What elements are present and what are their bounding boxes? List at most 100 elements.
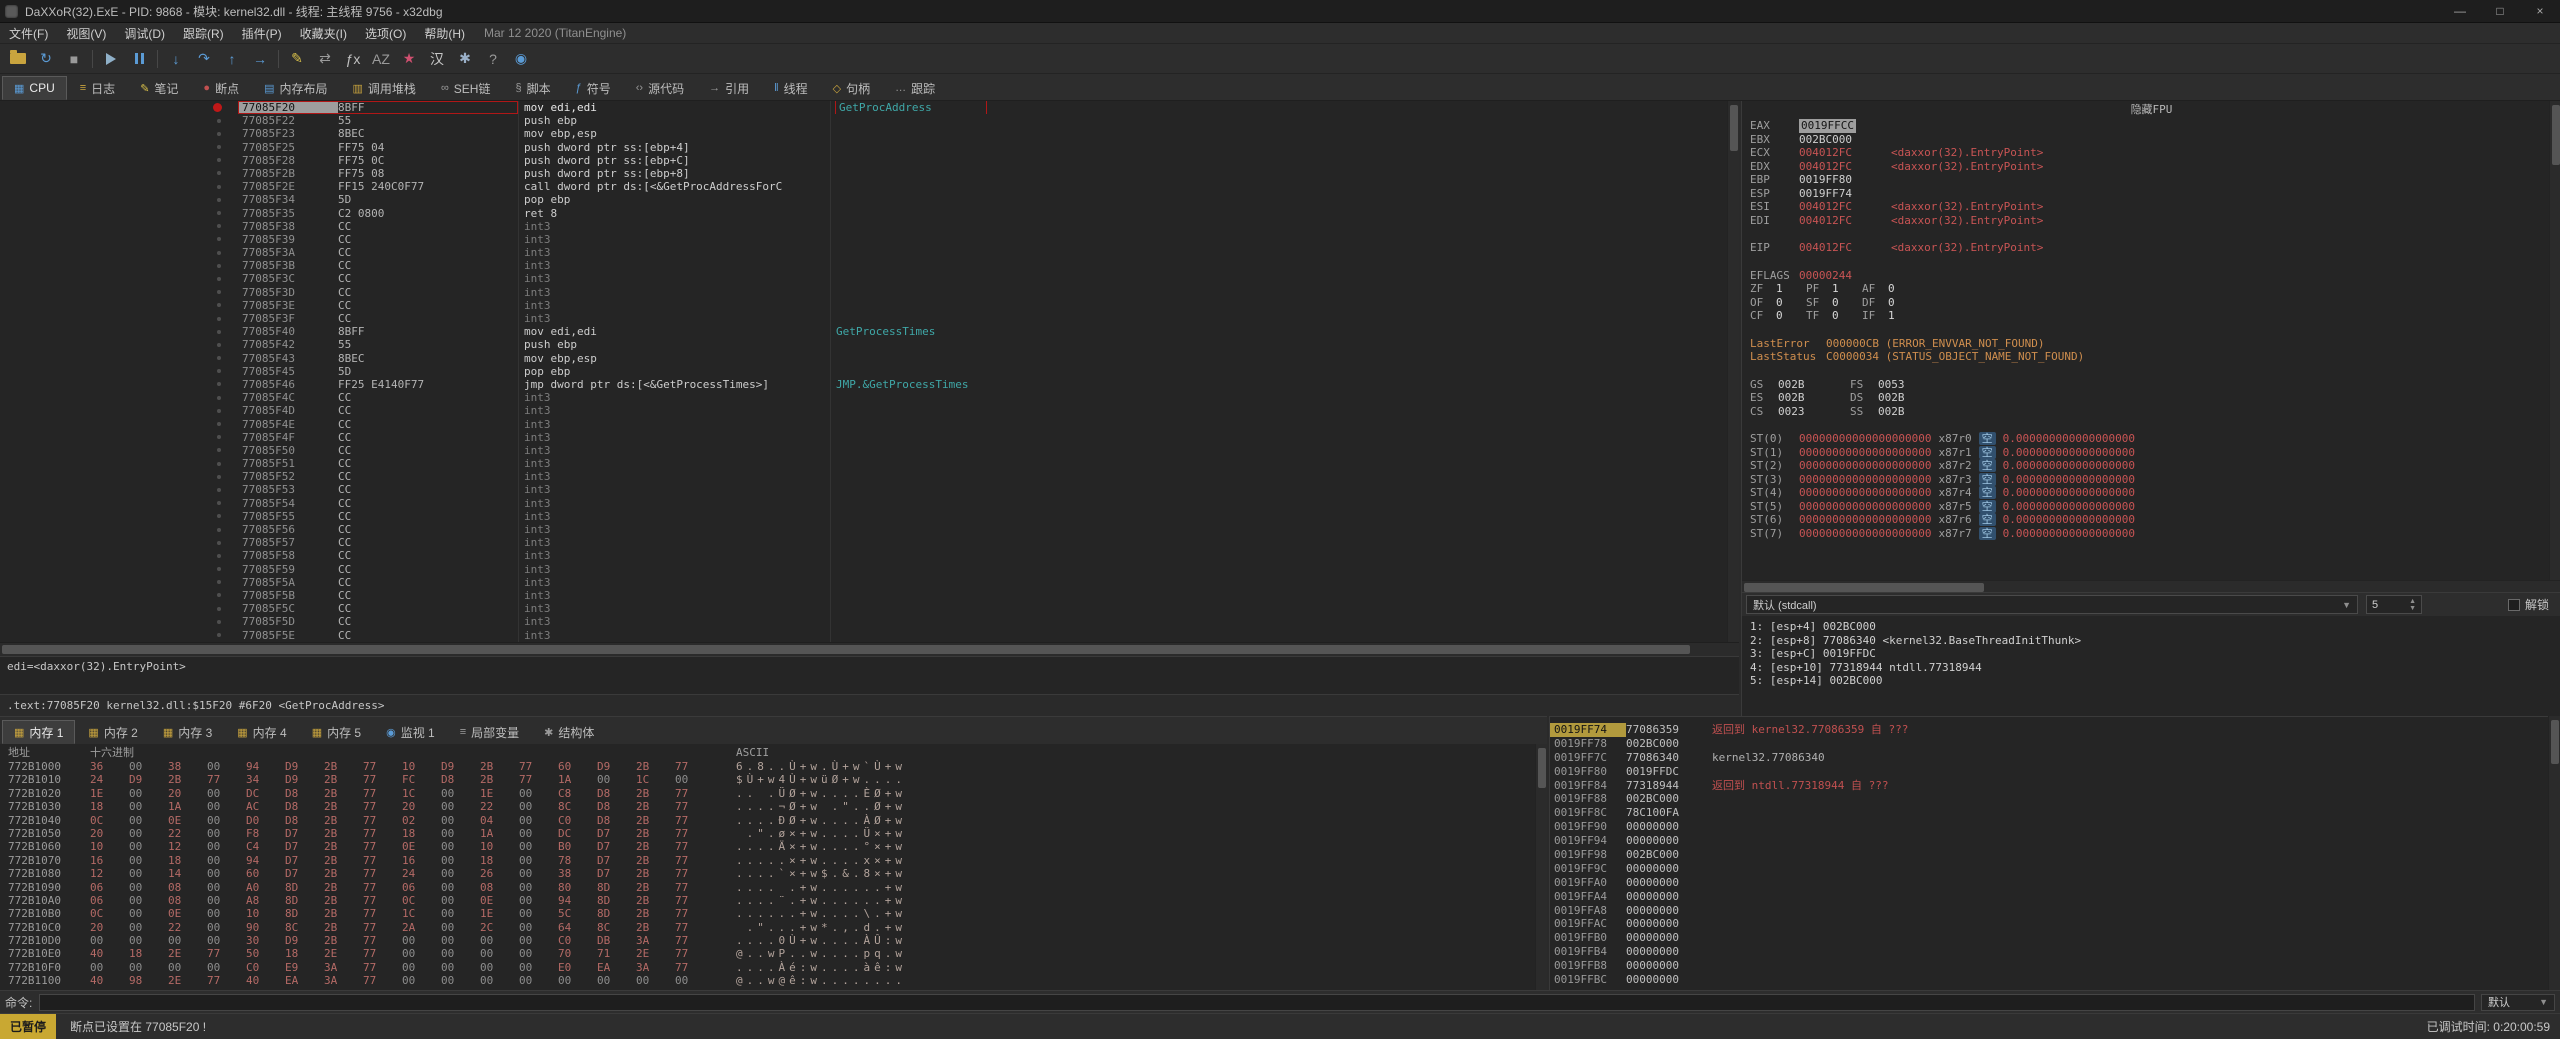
disasm-row[interactable]: 77085F28FF75 0Cpush dword ptr ss:[ebp+C] [0, 154, 1727, 167]
row-marker-icon[interactable] [217, 409, 221, 413]
stack-row[interactable]: 0019FF7C77086340kernel32.77086340 [1550, 751, 2548, 765]
scrollbar-thumb[interactable] [1730, 105, 1738, 151]
dump-row[interactable]: 772B10B00C000E00108D2B771C001E005C8D2B77… [0, 907, 1535, 920]
row-marker-icon[interactable] [217, 475, 221, 479]
tab-dump2[interactable]: ▦内存 2 [76, 720, 149, 744]
row-marker-icon[interactable] [217, 224, 221, 228]
stack-row[interactable]: 0019FFB000000000 [1550, 931, 2548, 945]
registers-horizontal-scrollbar[interactable] [1742, 580, 2560, 592]
disasm-row[interactable]: 77085F57CCint3 [0, 536, 1727, 549]
row-marker-icon[interactable] [217, 158, 221, 162]
tab-struct[interactable]: ✱结构体 [532, 720, 606, 744]
stop-icon[interactable]: ■ [60, 47, 88, 71]
disasm-row[interactable]: 77085F4ECCint3 [0, 418, 1727, 431]
menu-item[interactable]: 跟踪(R) [174, 23, 233, 43]
tab-handles[interactable]: ◇句柄 [821, 76, 882, 100]
tab-log[interactable]: ≡日志 [68, 76, 127, 100]
dump-row[interactable]: 772B10C020002200908C2B772A002C00648C2B77… [0, 921, 1535, 934]
run-icon[interactable] [97, 47, 125, 71]
dump-row[interactable]: 772B10801200140060D72B772400260038D72B77… [0, 867, 1535, 880]
row-marker-icon[interactable] [217, 251, 221, 255]
disasm-row[interactable]: 77085F58CCint3 [0, 549, 1727, 562]
scrollbar-thumb[interactable] [2552, 105, 2560, 165]
fpu-register-row[interactable]: ST(5)00000000000000000000x87r5空0.0000000… [1742, 500, 2560, 514]
stack-row[interactable]: 0019FF88002BC000 [1550, 792, 2548, 806]
disasm-row[interactable]: 77085F2BFF75 08push dword ptr ss:[ebp+8] [0, 167, 1727, 180]
row-marker-icon[interactable] [217, 198, 221, 202]
tab-trace[interactable]: …跟踪 [883, 76, 947, 100]
dump-row[interactable]: 772B109006000800A08D2B7706000800808D2B77… [0, 881, 1535, 894]
dump-row[interactable]: 772B10D00000000030D92B7700000000C0DB3A77… [0, 934, 1535, 947]
menu-item[interactable]: 收藏夹(I) [291, 23, 356, 43]
row-marker-icon[interactable] [217, 593, 221, 597]
disasm-row[interactable]: 77085F4DCCint3 [0, 404, 1727, 417]
disasm-row[interactable]: 77085F5ACCint3 [0, 576, 1727, 589]
row-marker-icon[interactable] [217, 211, 221, 215]
disasm-row[interactable]: 77085F408BFFmov edi,ediGetProcessTimes [0, 325, 1727, 338]
disasm-row[interactable]: 77085F3BCCint3 [0, 259, 1727, 272]
register-row[interactable]: ESP0019FF74 [1742, 187, 2560, 201]
row-marker-icon[interactable] [217, 462, 221, 466]
scrollbar-thumb[interactable] [2, 645, 1690, 654]
tab-references[interactable]: →引用 [697, 76, 761, 100]
spinner-arrows-icon[interactable]: ▲▼ [2409, 598, 2416, 612]
row-marker-icon[interactable] [217, 264, 221, 268]
disasm-row[interactable]: 77085F455Dpop ebp [0, 365, 1727, 378]
tab-dump3[interactable]: ▦内存 3 [151, 720, 224, 744]
eflags-row[interactable]: EFLAGS00000244 [1742, 269, 2560, 283]
scrollbar-thumb[interactable] [2551, 720, 2559, 764]
row-marker-icon[interactable] [217, 290, 221, 294]
run-to-cursor-icon[interactable]: → [246, 47, 274, 71]
argument-row[interactable]: 3: [esp+C] 0019FFDC [1742, 647, 2560, 661]
row-marker-icon[interactable] [217, 514, 221, 518]
tab-cpu[interactable]: ▦CPU [2, 76, 67, 100]
disasm-row[interactable]: 77085F52CCint3 [0, 470, 1727, 483]
stack-row[interactable]: 0019FF8477318944返回到 ntdll.77318944 自 ??? [1550, 779, 2548, 793]
minimize-button[interactable]: — [2440, 0, 2480, 22]
stack-row[interactable]: 0019FFB800000000 [1550, 959, 2548, 973]
hide-fpu-button[interactable]: 隐藏FPU [1742, 101, 2560, 119]
disasm-row[interactable]: 77085F238BECmov ebp,esp [0, 127, 1727, 140]
stack-row[interactable]: 0019FF9400000000 [1550, 834, 2548, 848]
stack-row[interactable]: 0019FFAC00000000 [1550, 917, 2548, 931]
dump-row[interactable]: 772B101024D92B7734D92B77FCD82B771A001C00… [0, 773, 1535, 786]
pause-icon[interactable] [125, 47, 153, 71]
expression-icon[interactable]: ƒx [339, 47, 367, 71]
fpu-register-row[interactable]: ST(2)00000000000000000000x87r2空0.0000000… [1742, 459, 2560, 473]
disasm-row[interactable]: 77085F55CCint3 [0, 510, 1727, 523]
row-marker-icon[interactable] [217, 488, 221, 492]
close-button[interactable]: × [2520, 0, 2560, 22]
row-marker-icon[interactable] [217, 145, 221, 149]
scrollbar-thumb[interactable] [1538, 748, 1546, 788]
stack-row[interactable]: 0019FFBC00000000 [1550, 973, 2548, 987]
register-row[interactable]: EDX004012FC<daxxor(32).EntryPoint> [1742, 160, 2560, 174]
tab-script[interactable]: §脚本 [503, 76, 562, 100]
fpu-register-row[interactable]: ST(7)00000000000000000000x87r7空0.0000000… [1742, 527, 2560, 541]
tab-threads[interactable]: ‖线程 [762, 76, 820, 100]
scrollbar-thumb[interactable] [1744, 583, 1984, 592]
registers-vertical-scrollbar[interactable] [2549, 101, 2560, 580]
segment-row[interactable]: ES002BDS002B [1742, 391, 2560, 405]
dump-row[interactable]: 772B10701600180094D72B771600180078D72B77… [0, 854, 1535, 867]
dump-row[interactable]: 772B10400C000E00D0D82B7702000400C0D82B77… [0, 814, 1535, 827]
row-marker-icon[interactable] [217, 343, 221, 347]
dump-row[interactable]: 772B10F000000000C0E93A7700000000E0EA3A77… [0, 961, 1535, 974]
restart-icon[interactable]: ↻ [32, 47, 60, 71]
stack-row[interactable]: 0019FF7477086359返回到 kernel32.77086359 自 … [1550, 723, 2548, 737]
disasm-row[interactable]: 77085F38CCint3 [0, 220, 1727, 233]
row-marker-icon[interactable] [217, 501, 221, 505]
tab-notes[interactable]: ✎笔记 [128, 76, 190, 100]
register-row[interactable]: EDI004012FC<daxxor(32).EntryPoint> [1742, 214, 2560, 228]
stack-row[interactable]: 0019FF78002BC000 [1550, 737, 2548, 751]
row-marker-icon[interactable] [217, 396, 221, 400]
register-row[interactable]: EAX0019FFCC [1742, 119, 2560, 133]
row-marker-icon[interactable] [217, 435, 221, 439]
menu-item[interactable]: 选项(O) [356, 23, 415, 43]
dump-row[interactable]: 772B105020002200F8D72B7718001A00DCD72B77… [0, 827, 1535, 840]
command-input[interactable] [39, 994, 2475, 1011]
stack-vertical-scrollbar[interactable] [2548, 716, 2560, 990]
register-row[interactable]: ESI004012FC<daxxor(32).EntryPoint> [1742, 200, 2560, 214]
disasm-row[interactable]: 77085F5DCCint3 [0, 615, 1727, 628]
tab-symbols[interactable]: ƒ符号 [564, 76, 623, 100]
stack-row[interactable]: 0019FF98002BC000 [1550, 848, 2548, 862]
